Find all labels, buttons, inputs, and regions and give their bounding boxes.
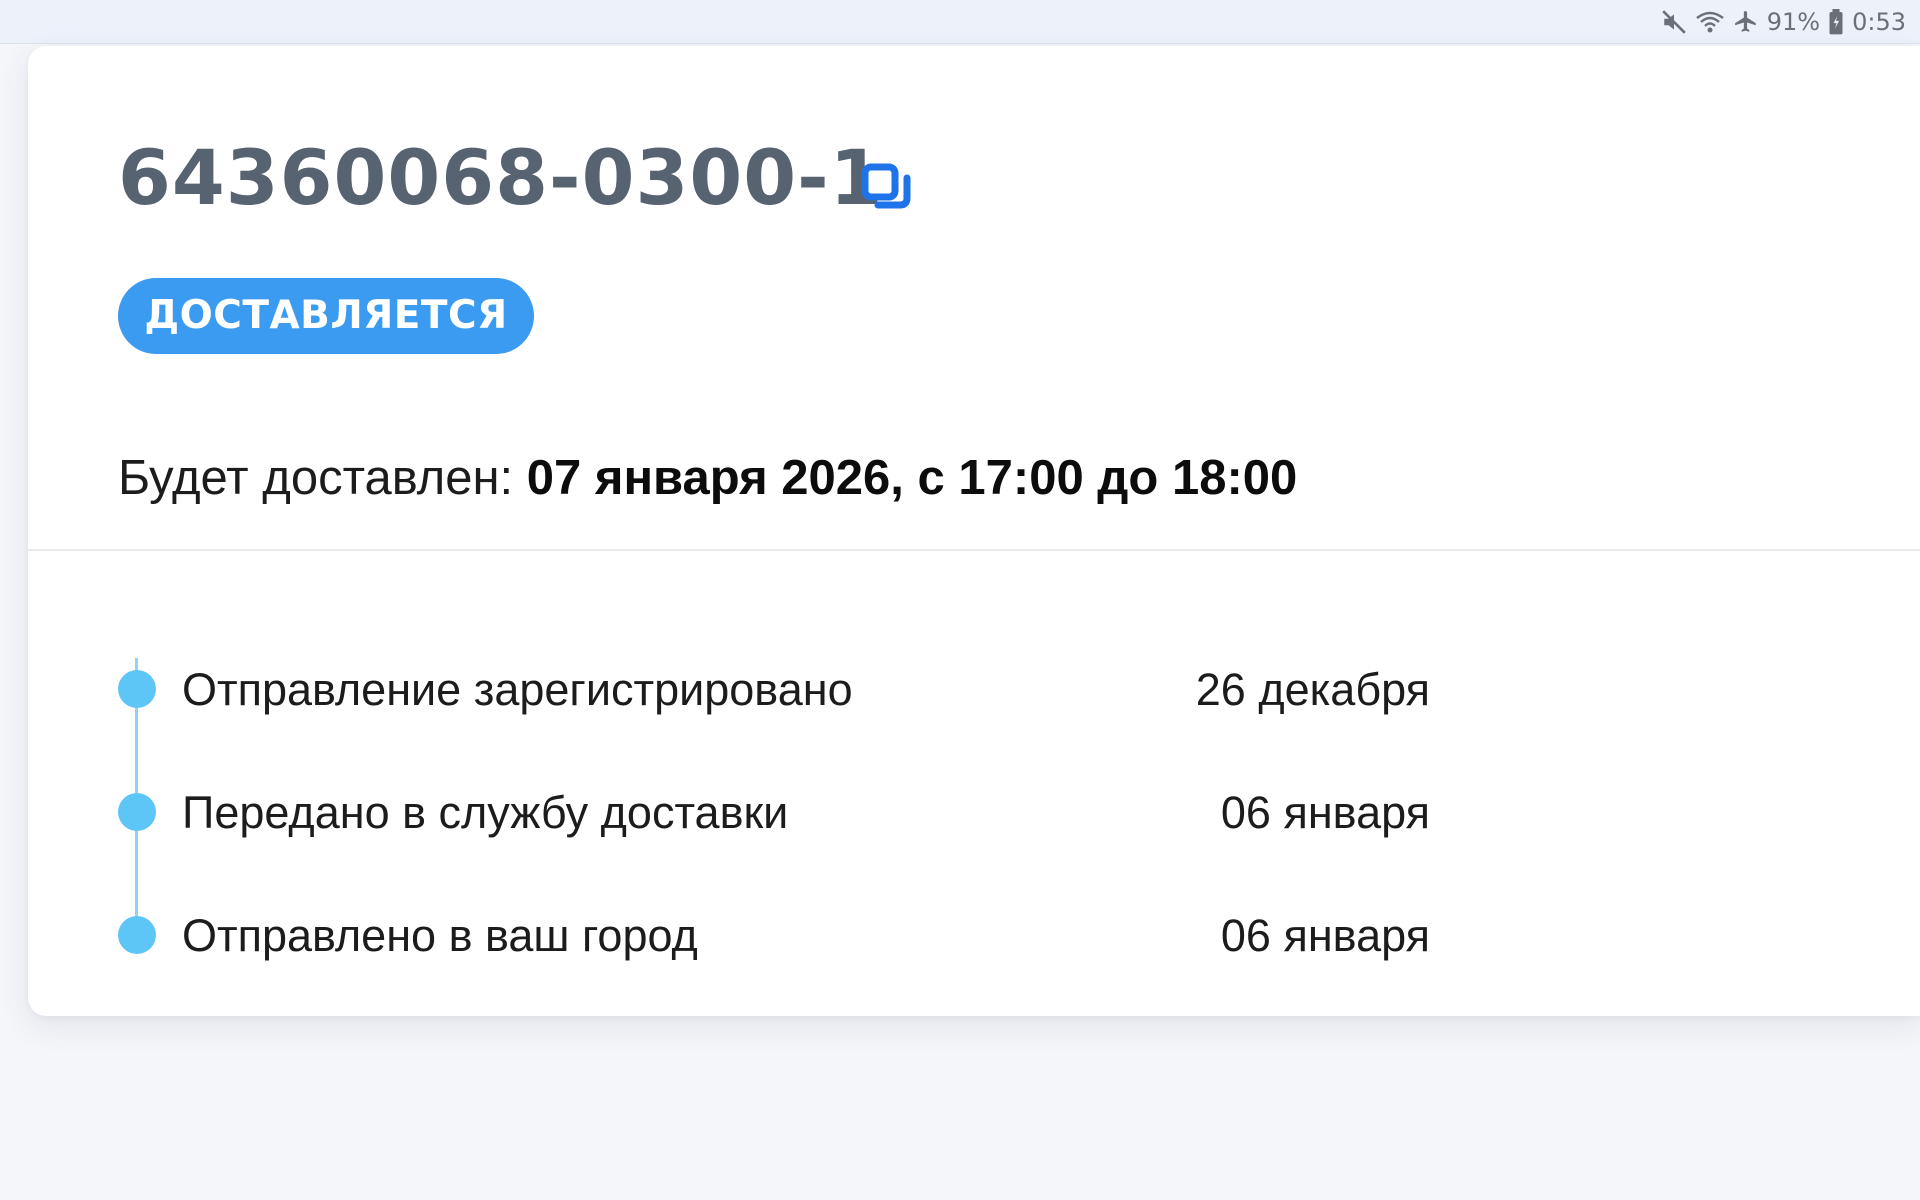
delivery-label: Будет доставлен: — [118, 451, 527, 505]
copy-order-number-button[interactable] — [860, 162, 916, 222]
status-bar: 91% 0:53 — [0, 0, 1920, 44]
airplane-icon — [1733, 9, 1759, 35]
battery-percent: 91% — [1766, 7, 1821, 36]
timeline-date: 26 декабря — [1195, 664, 1430, 715]
timeline-dot — [118, 916, 156, 954]
status-icons: 91% 0:53 — [1661, 0, 1906, 43]
divider — [28, 549, 1920, 551]
delivery-value: 07 января 2026, с 17:00 до 18:00 — [526, 451, 1298, 505]
mute-icon — [1661, 9, 1687, 35]
timeline-date: 06 января — [1220, 910, 1430, 961]
clock: 0:53 — [1852, 7, 1906, 36]
copy-icon — [861, 163, 911, 209]
timeline-label: Передано в службу доставки — [182, 787, 789, 838]
order-number: 64360068-0300-1 — [118, 133, 884, 222]
timeline-label: Отправление зарегистрировано — [182, 664, 853, 715]
timeline-date: 06 января — [1220, 787, 1430, 838]
timeline-item: Отправление зарегистрировано 26 декабря — [28, 658, 1920, 722]
wifi-icon — [1695, 9, 1725, 35]
battery-icon — [1828, 8, 1844, 35]
timeline-dot — [118, 793, 156, 831]
delivery-estimate: Будет доставлен: 07 января 2026, с 17:00… — [118, 450, 1297, 506]
timeline-label: Отправлено в ваш город — [182, 910, 698, 961]
timeline-item: Отправлено в ваш город 06 января — [28, 904, 1920, 968]
timeline-item: Передано в службу доставки 06 января — [28, 781, 1920, 845]
order-card: 64360068-0300-1 ДОСТАВЛЯЕТСЯ Будет доста… — [28, 46, 1920, 1016]
timeline-dot — [118, 670, 156, 708]
status-badge: ДОСТАВЛЯЕТСЯ — [118, 278, 534, 354]
